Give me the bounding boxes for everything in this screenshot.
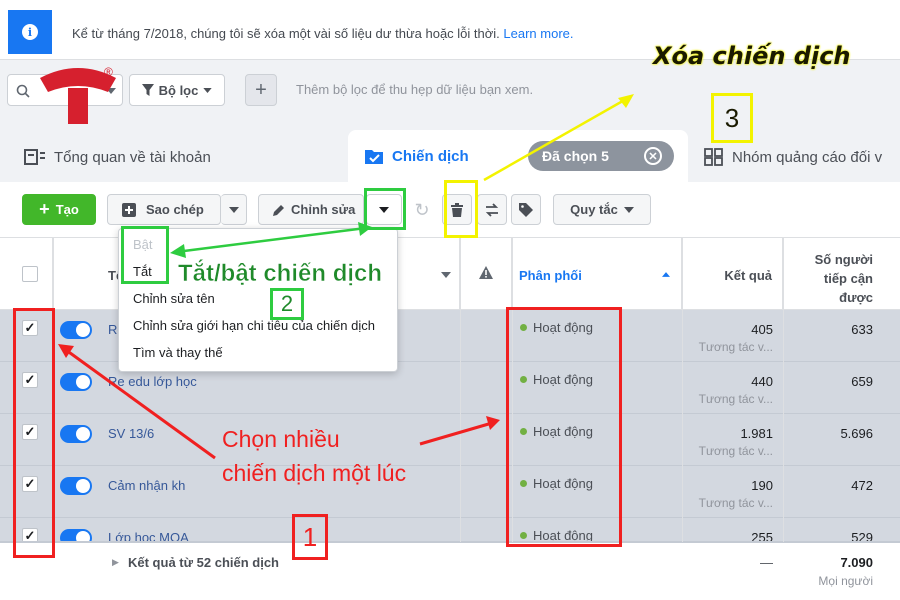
yellow-arrow	[483, 96, 629, 182]
yellow-arrowhead	[618, 94, 634, 108]
step-1-number: 1	[302, 521, 318, 552]
toggle-campaign-label: Tắt/bật chiến dịch	[178, 260, 383, 288]
checkbox-highlight-box	[13, 308, 55, 558]
green-arrow	[175, 226, 367, 254]
on-off-highlight-box	[121, 226, 169, 284]
multi-select-label-line1: Chọn nhiều	[222, 426, 340, 452]
status-highlight-box	[506, 307, 622, 547]
step-1-badge: 1	[292, 514, 328, 560]
red-arrowhead-right	[486, 416, 500, 430]
multi-select-label-line2: chiến dịch một lúc	[222, 460, 407, 486]
green-arrowhead-left	[170, 244, 186, 258]
delete-campaign-label: Xóa chiến dịch	[653, 42, 851, 70]
step-3-badge: 3	[711, 93, 753, 143]
edit-dropdown-highlight-box	[364, 188, 406, 230]
red-arrow-left	[65, 348, 216, 460]
delete-highlight-box	[444, 180, 478, 238]
step-3-number: 3	[724, 102, 740, 133]
step-2-badge: 2	[270, 288, 304, 320]
step-2-number: 2	[280, 291, 294, 316]
red-arrow-right	[419, 421, 493, 446]
annotation-arrows	[58, 94, 634, 460]
